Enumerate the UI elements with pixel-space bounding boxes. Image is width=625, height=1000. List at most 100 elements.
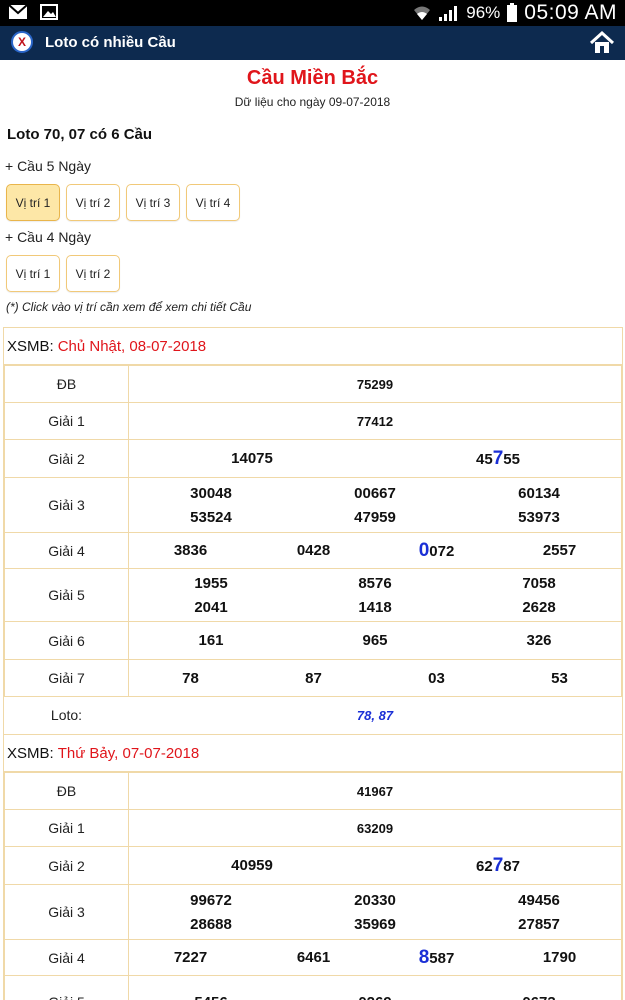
- prize-value: 2041: [194, 598, 228, 616]
- wifi-icon: [414, 6, 431, 20]
- prize-value: 41967: [356, 783, 394, 799]
- prize-value: 0428: [296, 542, 331, 559]
- prize-value: 3836: [173, 542, 208, 559]
- prize-value: 2557: [542, 542, 577, 559]
- prize-row-g1: Giải 1 77412: [4, 402, 622, 440]
- prize-row-db: ĐB 75299: [4, 365, 622, 403]
- prize-label: Giải 5: [4, 568, 129, 622]
- loto-row: Loto: 78, 87: [5, 697, 622, 734]
- prize-row-g2: Giải 2 40959 62787: [4, 846, 622, 885]
- prize-row-db: ĐB 41967: [4, 772, 622, 810]
- loto-summary: Loto 70, 07 có 6 Cầu: [7, 126, 153, 143]
- prize-value: 30048: [190, 484, 232, 502]
- prize-value: 1955: [194, 574, 228, 592]
- battery-percent: 96%: [466, 3, 501, 22]
- group-label-4-days: + Cầu 4 Ngày: [5, 229, 91, 245]
- data-date: Dữ liệu cho ngày 09-07-2018: [234, 95, 391, 109]
- prize-label: Giải 6: [4, 621, 129, 660]
- prize-value: 77412: [356, 413, 394, 429]
- prize-row-g3: Giải 3 99672 20330 49456 28688 35969 27857: [4, 884, 622, 940]
- prize-row-g4: Giải 4 3836 0428 0072 2557: [4, 532, 622, 569]
- highlighted-digit: 7: [492, 854, 504, 876]
- gallery-icon: [40, 4, 58, 20]
- prize-row-g4: Giải 4 7227 6461 8587 1790: [4, 939, 622, 976]
- prize-row-g3: Giải 3 30048 00667 60134 53524 47959 53973: [4, 477, 622, 533]
- prize-value: 1418: [358, 598, 392, 616]
- prize-value: 40959: [231, 857, 273, 874]
- prize-value: 28688: [190, 915, 232, 933]
- prize-value: 326: [526, 632, 552, 649]
- prize-row-g2: Giải 2 14075 45755: [4, 439, 622, 478]
- result-date: Thứ Bảy, 07-07-2018: [57, 744, 200, 762]
- prize-value: 00667: [354, 484, 396, 502]
- prize-value: 0673: [457, 994, 621, 1000]
- prize-value: 75299: [356, 376, 394, 392]
- result-prefix: XSMB:: [7, 337, 54, 355]
- result-prefix: XSMB:: [7, 744, 54, 762]
- clock: 05:09 AM: [524, 1, 617, 24]
- prize-row-g5: Giải 5 545602690673: [4, 975, 622, 1000]
- prize-value: 0269: [293, 994, 457, 1000]
- prize-value: 47959: [354, 508, 396, 526]
- prize-value: 27857: [518, 915, 560, 933]
- prize-value: 7058: [522, 574, 556, 592]
- signal-icon: [439, 6, 458, 21]
- prize-value: 78: [182, 669, 199, 687]
- prize-label: Giải 3: [4, 477, 129, 533]
- prize-row-g1: Giải 1 63209: [4, 809, 622, 847]
- position-button-1[interactable]: Vị trí 1: [6, 184, 60, 221]
- prize-label: Giải 2: [4, 439, 129, 478]
- mail-icon: [8, 4, 28, 19]
- position-button-3[interactable]: Vị trí 3: [126, 184, 180, 221]
- result-title: XSMB: Thứ Bảy, 07-07-2018: [4, 735, 622, 772]
- prize-value: 60134: [518, 484, 560, 502]
- group-label-5-days: + Cầu 5 Ngày: [5, 158, 91, 174]
- result-title: XSMB: Chủ Nhật, 08-07-2018: [4, 328, 622, 365]
- highlighted-digit: 0: [418, 539, 430, 561]
- prize-label: Giải 7: [4, 659, 129, 697]
- prize-value: 87: [305, 669, 322, 687]
- result-block: XSMB: Chủ Nhật, 08-07-2018 ĐB 75299 Giải…: [3, 327, 623, 735]
- prize-label: Giải 1: [4, 809, 129, 847]
- prize-value: 35969: [354, 915, 396, 933]
- prize-value: 03: [428, 669, 445, 687]
- position-row-5-days: Vị trí 1 Vị trí 2 Vị trí 3 Vị trí 4: [6, 184, 240, 221]
- position-button-2[interactable]: Vị trí 2: [66, 184, 120, 221]
- position-row-4-days: Vị trí 1 Vị trí 2: [6, 255, 120, 292]
- prize-value: 2628: [522, 598, 556, 616]
- prize-value: 49456: [518, 891, 560, 909]
- prize-label: ĐB: [4, 365, 129, 403]
- home-icon[interactable]: [589, 30, 615, 56]
- hint-note: (*) Click vào vị trí cần xem để xem chi …: [6, 300, 252, 314]
- prize-label: Giải 3: [4, 884, 129, 940]
- prize-value: 7227: [173, 949, 208, 966]
- app-bar: X Loto có nhiều Cầu: [0, 26, 625, 60]
- battery-icon: [507, 3, 518, 22]
- prize-value: 5456: [129, 994, 293, 1000]
- prize-value: 45755: [476, 447, 520, 469]
- prize-value: 1790: [542, 949, 577, 966]
- prize-value: 161: [198, 632, 224, 649]
- position-button-2[interactable]: Vị trí 2: [66, 255, 120, 292]
- prize-label: Giải 5: [4, 975, 129, 1000]
- prize-value: 8587: [418, 946, 455, 968]
- highlighted-digit: 7: [492, 447, 504, 469]
- prize-value: 0072: [418, 539, 455, 561]
- prize-value: 6461: [296, 949, 331, 966]
- position-button-4[interactable]: Vị trí 4: [186, 184, 240, 221]
- prize-label: Giải 4: [4, 939, 129, 976]
- page-title: Cầu Miền Bắc: [246, 67, 379, 89]
- prize-value: 965: [362, 632, 388, 649]
- prize-label: Giải 2: [4, 846, 129, 885]
- app-title: Loto có nhiều Cầu: [45, 34, 176, 51]
- loto-label: Loto:: [50, 707, 83, 724]
- highlighted-digit: 8: [418, 946, 430, 968]
- prize-value: 8576: [358, 574, 392, 592]
- prize-value: 53973: [518, 508, 560, 526]
- position-button-1[interactable]: Vị trí 1: [6, 255, 60, 292]
- prize-label: ĐB: [4, 772, 129, 810]
- prize-row-g5: Giải 5 1955 8576 7058 2041 1418 2628: [4, 568, 622, 622]
- app-logo-icon: X: [11, 31, 33, 53]
- prize-row-g7: Giải 7 78 87 03 53: [4, 659, 622, 697]
- prize-value: 14075: [231, 450, 273, 467]
